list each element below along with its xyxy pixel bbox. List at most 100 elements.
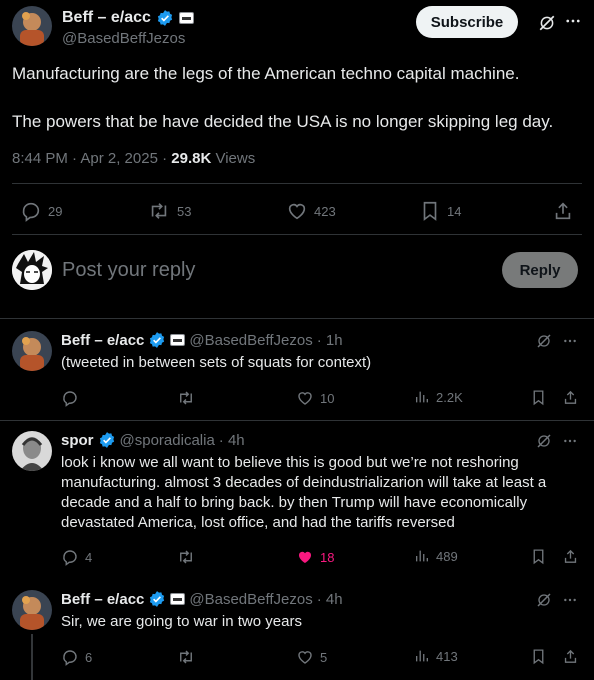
bookmark-icon[interactable] xyxy=(530,389,547,406)
bookmark-icon[interactable] xyxy=(530,648,547,665)
more-options-icon[interactable] xyxy=(562,333,578,349)
avatar[interactable] xyxy=(12,331,52,371)
views-action[interactable]: 2.2K xyxy=(414,389,463,405)
grok-icon[interactable] xyxy=(536,333,552,349)
tweet-timestamp[interactable]: 8:44 PM · Apr 2, 2025 · xyxy=(12,150,171,167)
reply-input[interactable]: Post your reply xyxy=(62,259,195,282)
reply-action-bar: 10 2.2K xyxy=(0,389,594,409)
like-action[interactable]: 18 xyxy=(296,548,334,566)
reply-action[interactable]: 4 xyxy=(61,548,92,566)
share-icon[interactable] xyxy=(562,548,579,565)
more-options-icon[interactable] xyxy=(562,592,578,608)
reply-count: 4 xyxy=(85,549,93,565)
author-handle[interactable]: @BasedBeffJezos xyxy=(62,30,185,47)
views-count: 29.8K xyxy=(171,150,212,167)
reply-button[interactable]: Reply xyxy=(502,252,578,288)
views-count: 413 xyxy=(436,648,458,664)
views-label: Views xyxy=(211,150,256,167)
author-handle[interactable]: @BasedBeffJezos xyxy=(189,332,312,349)
subscribe-button[interactable]: Subscribe xyxy=(416,6,518,38)
views-action[interactable]: 489 xyxy=(414,548,458,564)
heart-icon xyxy=(296,648,314,666)
reply-timestamp[interactable]: · 4h xyxy=(219,432,245,449)
author-name[interactable]: spor xyxy=(61,432,94,449)
avatar[interactable] xyxy=(12,590,52,630)
divider xyxy=(12,183,582,184)
share-action[interactable] xyxy=(552,200,574,222)
tweet-paragraph: The powers that be have decided the USA … xyxy=(12,112,554,131)
grok-icon[interactable] xyxy=(538,14,556,32)
reply-text: Sir, we are going to war in two years xyxy=(61,613,302,630)
repost-count: 53 xyxy=(177,203,192,219)
reply-action[interactable]: 6 xyxy=(61,648,92,666)
views-chart-icon xyxy=(414,389,430,405)
affiliate-badge-icon[interactable] xyxy=(178,12,194,24)
author-handle[interactable]: @sporadicalia xyxy=(120,432,215,449)
heart-icon xyxy=(286,200,308,222)
affiliate-badge-icon[interactable] xyxy=(170,593,186,605)
like-action[interactable]: 5 xyxy=(296,648,327,666)
repost-action[interactable]: 53 xyxy=(147,200,191,222)
like-count: 423 xyxy=(314,203,336,219)
heart-filled-icon xyxy=(296,548,314,566)
main-tweet-header: Beff – e/acc @BasedBeffJezos Subscribe xyxy=(12,6,582,50)
tweet-meta: 8:44 PM · Apr 2, 2025 · 29.8K Views xyxy=(12,150,255,167)
verified-badge-icon xyxy=(156,9,174,27)
main-action-bar: 29 53 423 14 xyxy=(0,198,594,224)
main-tweet-text: Manufacturing are the legs of the Americ… xyxy=(12,62,582,158)
author-name[interactable]: Beff – e/acc xyxy=(61,332,144,349)
author-name[interactable]: Beff – e/acc xyxy=(62,9,151,27)
affiliate-badge-icon[interactable] xyxy=(170,334,186,346)
bookmark-action[interactable]: 14 xyxy=(419,200,461,222)
share-icon[interactable] xyxy=(562,389,579,406)
more-options-icon[interactable] xyxy=(564,12,582,30)
reply-icon xyxy=(61,648,79,666)
verified-badge-icon xyxy=(148,590,166,608)
reply-action-bar: 6 5 413 xyxy=(0,648,594,668)
repost-icon xyxy=(147,200,171,222)
like-action[interactable]: 423 xyxy=(286,200,336,222)
reply-action-bar: 4 18 489 xyxy=(0,548,594,568)
like-count: 5 xyxy=(320,649,328,665)
views-chart-icon xyxy=(414,648,430,664)
reply-tweet[interactable]: Beff – e/acc @BasedBeffJezos · 1h (tweet… xyxy=(0,331,594,415)
reply-composer: Post your reply Reply xyxy=(12,244,582,304)
bookmark-icon[interactable] xyxy=(530,548,547,565)
views-chart-icon xyxy=(414,548,430,564)
reply-action[interactable] xyxy=(61,389,85,407)
repost-icon xyxy=(176,389,196,407)
repost-action[interactable] xyxy=(176,648,196,666)
reply-timestamp[interactable]: · 1h xyxy=(317,332,343,349)
verified-badge-icon xyxy=(148,331,166,349)
grok-icon[interactable] xyxy=(536,592,552,608)
avatar[interactable] xyxy=(12,6,52,46)
like-action[interactable]: 10 xyxy=(296,389,334,407)
divider xyxy=(12,234,582,235)
reply-header: Beff – e/acc @BasedBeffJezos · 1h xyxy=(61,331,343,349)
reply-count: 6 xyxy=(85,649,93,665)
reply-text: look i know we all want to believe this … xyxy=(61,454,547,531)
share-icon xyxy=(552,200,574,222)
share-icon[interactable] xyxy=(562,648,579,665)
reply-action[interactable]: 29 xyxy=(20,200,62,222)
like-count: 18 xyxy=(320,549,335,565)
bookmark-count: 14 xyxy=(447,203,462,219)
reply-tweet[interactable]: Beff – e/acc @BasedBeffJezos · 4h Sir, w… xyxy=(0,590,594,680)
author-name[interactable]: Beff – e/acc xyxy=(61,591,144,608)
views-action[interactable]: 413 xyxy=(414,648,458,664)
reply-header: spor @sporadicalia · 4h xyxy=(61,431,245,449)
grok-icon[interactable] xyxy=(536,433,552,449)
author-handle[interactable]: @BasedBeffJezos xyxy=(189,591,312,608)
reply-icon xyxy=(20,200,42,222)
verified-badge-icon xyxy=(98,431,116,449)
more-options-icon[interactable] xyxy=(562,433,578,449)
current-user-avatar[interactable] xyxy=(12,250,52,290)
avatar[interactable] xyxy=(12,431,52,471)
reply-timestamp[interactable]: · 4h xyxy=(317,591,343,608)
reply-icon xyxy=(61,548,79,566)
reply-text: (tweeted in between sets of squats for c… xyxy=(61,354,372,371)
repost-action[interactable] xyxy=(176,389,196,407)
reply-tweet[interactable]: spor @sporadicalia · 4h look i know we a… xyxy=(0,431,594,577)
tweet-paragraph: Manufacturing are the legs of the Americ… xyxy=(12,64,520,83)
repost-action[interactable] xyxy=(176,548,196,566)
